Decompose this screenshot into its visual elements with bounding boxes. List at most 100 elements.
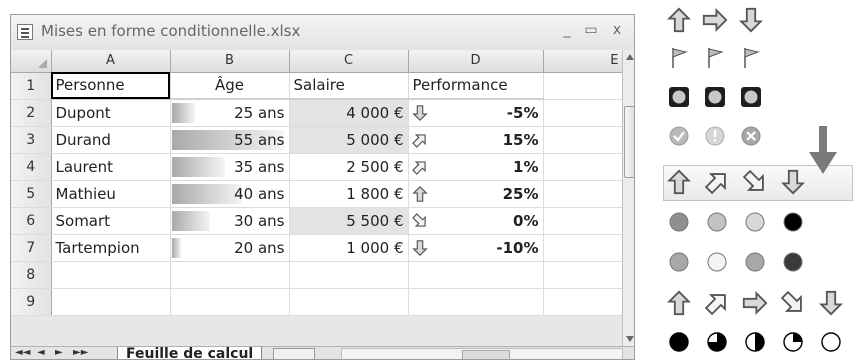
column-header-b[interactable]: B [170,50,290,73]
icon-set-3-arrows[interactable] [655,6,855,36]
row-header[interactable]: 7 [11,234,52,262]
icon-set-4-traffic-lights[interactable] [655,248,855,278]
scroll-down-icon[interactable] [623,332,635,346]
minimize-button[interactable]: _ [559,22,575,38]
quarter-empty-icon [821,332,841,352]
row-header[interactable]: 3 [11,126,52,154]
cell-salary[interactable]: 1 000 € [289,234,409,262]
cell-e[interactable] [543,99,624,127]
row-header[interactable]: 6 [11,207,52,235]
cell-performance[interactable]: 1% [408,153,544,181]
cell-e[interactable] [543,153,624,181]
column-header-a[interactable]: A [51,50,171,73]
arrow-up-icon [411,185,428,202]
spreadsheet-file-icon [17,24,33,40]
cell-salary[interactable] [289,288,409,316]
arrow-up-right-outline-icon [704,173,726,195]
cell-person[interactable]: Laurent [51,153,171,181]
cell-e[interactable] [543,126,624,154]
last-sheet-button[interactable]: ►► [73,347,88,358]
cell-age[interactable] [170,288,290,316]
cell-performance[interactable] [408,261,544,289]
cell-person[interactable]: Durand [51,126,171,154]
select-all-corner[interactable] [11,50,52,73]
horizontal-scroll-thumb[interactable] [462,350,510,359]
prev-sheet-button[interactable]: ◄ [37,347,45,358]
cell-age[interactable] [170,261,290,289]
data-bar [171,237,181,258]
arrow-right-outline-icon [702,8,728,32]
row-header[interactable]: 8 [11,261,52,289]
cell-performance[interactable] [408,288,544,316]
sheet-tab-bar: ◄◄ ◄ ► ►► Feuille de calcul [11,346,634,359]
cell-salary[interactable]: 5 500 € [289,207,409,235]
cell-age-header[interactable]: Âge [170,72,290,100]
cell-e[interactable] [543,72,624,100]
icon-set-5-arrows[interactable] [655,289,855,319]
cell-person[interactable]: Tartempion [51,234,171,262]
excel-window: Mises en forme conditionnelle.xlsx _ ▭ x… [10,14,635,360]
cell-performance[interactable]: 15% [408,126,544,154]
row-header[interactable]: 5 [11,180,52,208]
arrow-up-outline-icon [667,290,691,316]
cell-age[interactable]: 55 ans [170,126,290,154]
cell-salary[interactable]: 5 000 € [289,126,409,154]
cell-salary[interactable] [289,261,409,289]
cell-person[interactable]: Mathieu [51,180,171,208]
icon-set-3-flags[interactable] [655,44,855,74]
cell-performance[interactable]: -10% [408,234,544,262]
row-header[interactable]: 2 [11,99,52,127]
icon-set-4-ratings-red-to-black[interactable] [655,208,855,238]
cell-performance-header[interactable]: Performance [408,72,544,100]
cell-e[interactable] [543,234,624,262]
cell-salary[interactable]: 1 800 € [289,180,409,208]
check-circle-icon [669,126,689,146]
cell-person[interactable] [51,288,171,316]
cell-salary[interactable]: 2 500 € [289,153,409,181]
cell-person[interactable]: Dupont [51,99,171,127]
column-header-e[interactable]: E [543,50,624,73]
column-header-d[interactable]: D [408,50,544,73]
arrow-up-right-icon [411,133,426,148]
cell-e[interactable] [543,207,624,235]
first-sheet-button[interactable]: ◄◄ [15,347,30,358]
row-header[interactable]: 4 [11,153,52,181]
age-value: 40 ans [234,184,285,203]
close-button[interactable]: x [609,22,625,38]
cell-salary[interactable]: 4 000 € [289,99,409,127]
cell-age[interactable]: 35 ans [170,153,290,181]
circle-dark-gray-icon [669,212,689,232]
cell-age[interactable]: 20 ans [170,234,290,262]
data-bar [171,210,211,231]
column-header-c[interactable]: C [289,50,409,73]
scroll-up-icon[interactable] [623,50,635,64]
horizontal-scrollbar[interactable] [341,348,623,359]
cell-age[interactable]: 25 ans [170,99,290,127]
cell-performance[interactable]: -5% [408,99,544,127]
window-title: Mises en forme conditionnelle.xlsx [41,22,301,40]
icon-set-3-traffic-lights[interactable] [655,83,855,113]
maximize-button[interactable]: ▭ [583,22,599,38]
table-row: 3 Durand 55 ans 5 000 € 15% [11,126,624,154]
cell-performance[interactable]: 0% [408,207,544,235]
insert-sheet-button[interactable] [273,348,315,359]
cell-e[interactable] [543,261,624,289]
next-sheet-button[interactable]: ► [55,347,63,358]
vertical-scrollbar[interactable] [622,50,635,347]
table-row: 2 Dupont 25 ans 4 000 € -5% [11,99,624,127]
icon-set-5-quarters[interactable] [655,328,855,358]
vertical-scroll-thumb[interactable] [624,106,634,178]
cell-e[interactable] [543,180,624,208]
row-header[interactable]: 9 [11,288,52,316]
cell-age[interactable]: 30 ans [170,207,290,235]
age-value: 55 ans [234,130,285,149]
cell-salary-header[interactable]: Salaire [289,72,409,100]
cell-performance[interactable]: 25% [408,180,544,208]
cell-person[interactable]: Somart [51,207,171,235]
row-header[interactable]: 1 [11,72,52,100]
cell-age[interactable]: 40 ans [170,180,290,208]
cell-e[interactable] [543,288,624,316]
sheet-tab[interactable]: Feuille de calcul [117,347,263,359]
cell-person[interactable] [51,261,171,289]
cell-person[interactable]: Personne [51,72,171,100]
